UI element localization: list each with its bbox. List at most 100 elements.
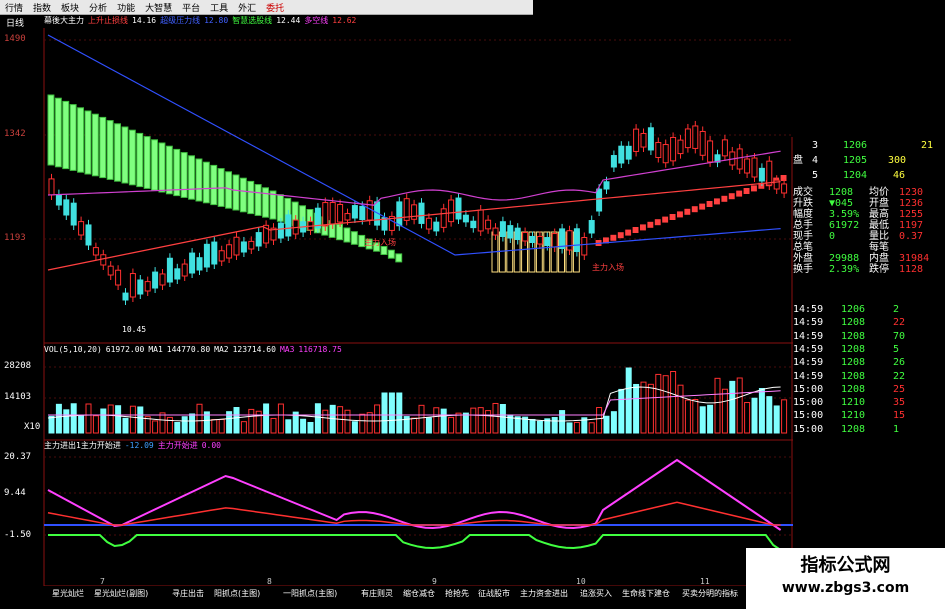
ribbon-bar	[395, 253, 403, 263]
volume-bar	[529, 418, 536, 434]
candle-body	[440, 208, 447, 228]
legend-entry: 主力开始进	[157, 441, 198, 450]
candle-body	[351, 205, 358, 219]
indicator-button[interactable]: 缩仓减仓	[403, 588, 435, 599]
candle-body	[581, 236, 588, 256]
tick-p: 1208	[841, 357, 866, 369]
ribbon-bar	[77, 107, 84, 173]
bid-price: 1204	[843, 170, 868, 181]
candle-body	[559, 228, 566, 250]
volume-bar	[766, 396, 773, 434]
ribbon-bar	[69, 104, 77, 171]
volume-unit: X10	[24, 422, 41, 432]
candle-body	[418, 202, 425, 224]
ribbon-bar	[677, 211, 683, 218]
candle-body	[499, 221, 506, 238]
volume-bar	[440, 408, 447, 434]
main-force-tag: 主力入场	[364, 238, 396, 247]
candle-body	[448, 199, 455, 223]
volume-bar	[729, 380, 736, 434]
candle-body	[255, 232, 262, 247]
tick-t: 15:00	[793, 410, 824, 422]
candle-body	[692, 125, 699, 149]
volume-bar	[100, 408, 107, 434]
candle-body	[211, 241, 218, 265]
candle-body	[85, 224, 92, 246]
volume-bar	[115, 405, 122, 434]
main-force-tag: 主力入场	[592, 263, 624, 272]
indicator-button[interactable]: 追涨买入	[580, 588, 612, 599]
volume-axis-label: 28208	[4, 361, 32, 371]
indicator-axis-label: 20.37	[4, 452, 32, 462]
legend-entry: 主力进出1主力开始进	[44, 441, 121, 450]
tick-v: 26	[893, 357, 906, 369]
candle-body	[174, 268, 181, 280]
volume-bar	[322, 409, 329, 434]
candle-body	[566, 230, 573, 251]
tick-v: 2	[893, 304, 900, 315]
indicator-button[interactable]: 阳抓点(主图)	[214, 588, 260, 599]
tick-row: 15:00 1210 35	[793, 397, 945, 409]
legend-entry: 123714.60	[232, 345, 276, 354]
tick-p: 1208	[841, 343, 866, 355]
indicator-button[interactable]: 主力资金进出	[520, 588, 568, 599]
ribbon-bar	[99, 116, 107, 179]
oscillator-line	[48, 534, 782, 551]
quote-panel: 3 1206 21 盘 4 1205 300 5 1204 46 成交 1208 均…	[793, 137, 945, 440]
ribbon-bar	[254, 184, 262, 216]
volume-bar	[751, 397, 758, 434]
candle-body	[633, 128, 640, 152]
indicator-button[interactable]: 有庄则灵	[361, 588, 393, 599]
indicator-button[interactable]: 寻庄出击	[172, 588, 204, 599]
volume-bar	[655, 373, 662, 434]
volume-bar	[470, 407, 477, 434]
candle-body	[189, 252, 196, 274]
candle-body	[640, 132, 647, 148]
stats-k2: 跌停	[869, 264, 889, 275]
candle-body	[396, 201, 403, 227]
candle-body	[514, 227, 521, 241]
volume-bar	[248, 408, 255, 434]
side-label: 盘	[793, 155, 803, 166]
indicator-button[interactable]: 星光灿烂(副图)	[94, 588, 148, 599]
volume-bar	[396, 392, 403, 434]
volume-bar	[174, 422, 181, 434]
volume-bar	[433, 407, 440, 434]
candle-body	[485, 219, 492, 230]
kline-chart[interactable]	[0, 0, 793, 586]
ribbon-bar	[128, 129, 136, 186]
legend-entry: MA1	[148, 345, 163, 354]
ribbon-bar	[699, 203, 706, 210]
x-tick: 8	[267, 577, 272, 586]
candle-body	[144, 281, 151, 292]
candle-body	[277, 222, 284, 239]
candle-body	[522, 232, 529, 242]
volume-bar	[418, 404, 425, 434]
volume-bar	[381, 392, 388, 434]
candle-body	[781, 183, 788, 194]
indicator-button[interactable]: 星光灿烂	[52, 588, 84, 599]
ribbon-bar	[684, 208, 691, 215]
candle-body	[470, 220, 477, 229]
candle-body	[285, 214, 292, 237]
trend-ribbon	[47, 94, 787, 273]
volume-bar	[300, 418, 307, 434]
volume-bar	[692, 399, 699, 434]
volume-bar	[159, 412, 166, 434]
volume-bar	[736, 377, 743, 434]
orderbook-row: 5 1204 46	[793, 170, 945, 182]
indicator-button[interactable]: 征战股市	[478, 588, 510, 599]
oscillator	[44, 458, 793, 551]
ribbon-bar	[188, 155, 196, 200]
candle-body	[329, 202, 336, 225]
candle-body	[677, 139, 684, 155]
indicator-button[interactable]: 生命线下建仓	[622, 588, 670, 599]
candle-body	[359, 205, 366, 221]
stats-v1: 2.39%	[829, 264, 860, 275]
indicator-button[interactable]: 抢抢先	[445, 588, 469, 599]
ribbon-bar	[662, 216, 669, 223]
volume-bar	[721, 388, 728, 434]
indicator-button[interactable]: 一阳抓点(主图)	[283, 588, 337, 599]
indicator-button[interactable]: 买卖分明的指标	[682, 588, 738, 599]
volume-bar	[366, 412, 373, 434]
